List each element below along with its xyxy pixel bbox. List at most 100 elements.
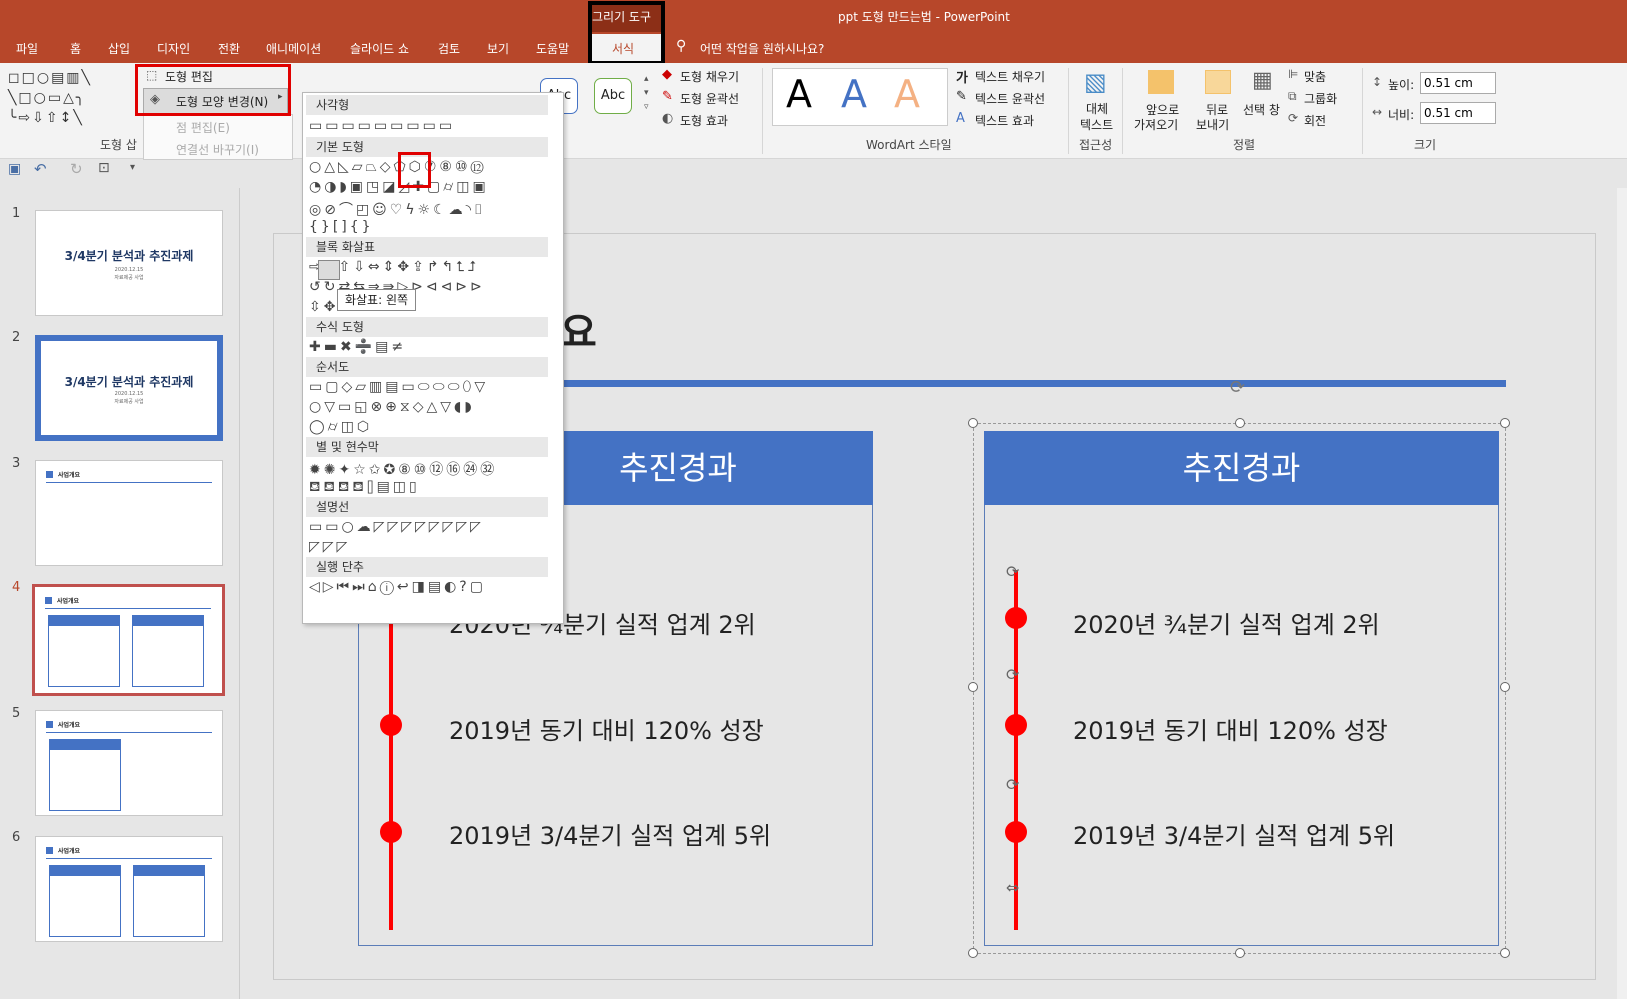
slide-number: 2 [12, 330, 21, 345]
change-shape-dropdown: 사각형 ▭▭▭▭▭▭▭▭▭ 기본 도형 ○△◺▱⏢◇⬠⬡⑦⑧⑩⑫ ◔◑◗▣◳◪◿… [302, 92, 564, 624]
rotate-handle-icon[interactable]: ⟳ [1006, 665, 1019, 684]
effects-icon: ◐ [662, 111, 674, 126]
shape-tooltip: 화살표: 왼쪽 [337, 289, 416, 311]
align-button[interactable]: 맞춤 [1304, 68, 1326, 85]
edit-points-item[interactable]: 점 편집(E) [176, 119, 230, 136]
left-timeline-dot[interactable] [380, 821, 402, 843]
rotate-handle-icon[interactable]: ⟳ [1006, 562, 1019, 581]
right-timeline-dot[interactable] [1005, 714, 1027, 736]
resize-handle[interactable] [968, 948, 978, 958]
tell-me-search[interactable]: 어떤 작업을 원하시나요? [700, 40, 824, 57]
selection-pane-button[interactable]: 선택 창 [1243, 101, 1280, 118]
flowchart-row-1[interactable]: ▭▢◇▱▥▤▭⬭⬭⬭⬯▽ [309, 379, 488, 395]
rotate-button[interactable]: 회전 [1304, 112, 1326, 129]
basic-shapes-row-4[interactable]: {}[]{} [309, 219, 374, 235]
callouts-row-2[interactable]: ◸◸◸ [309, 539, 350, 555]
tab-review[interactable]: 검토 [438, 40, 460, 57]
stars-row-2[interactable]: ⛾⛾⛾⛾⌷▤◫▯ [309, 479, 420, 497]
resize-handle[interactable] [1235, 418, 1245, 428]
slide-thumbnail-6[interactable]: 사업개요 [35, 836, 223, 942]
wordart-style-black[interactable]: A [786, 72, 812, 116]
customize-qat-icon[interactable]: ▾ [130, 162, 135, 173]
text-outline-button[interactable]: 텍스트 윤곽선 [975, 90, 1045, 107]
resize-handle[interactable] [1235, 948, 1245, 958]
text-fill-button[interactable]: 텍스트 채우기 [975, 68, 1045, 85]
shape-outline-button[interactable]: 도형 윤곽선 [680, 90, 739, 107]
present-icon[interactable]: ⊡ [98, 160, 110, 176]
alt-text-label-2[interactable]: 텍스트 [1080, 116, 1113, 133]
tab-slideshow[interactable]: 슬라이드 쇼 [350, 40, 409, 57]
tab-home[interactable]: 홈 [70, 40, 81, 57]
right-item-3[interactable]: 2019년 3/4분기 실적 업계 5위 [1073, 816, 1395, 851]
rectangle-shapes-row[interactable]: ▭▭▭▭▭▭▭▭▭ [309, 118, 455, 134]
slide-thumbnail-2[interactable]: 3/4분기 분석과 추진과제 2020.12.15 자료제공 사업 [35, 335, 223, 441]
resize-handle[interactable] [1500, 418, 1510, 428]
right-item-2[interactable]: 2019년 동기 대비 120% 성장 [1073, 711, 1388, 746]
right-card-title: 추진경과 [1182, 449, 1301, 487]
action-buttons-row[interactable]: ◁▷⏮⏭⌂ⓘ↩◨▤◐?▢ [309, 579, 486, 595]
resize-handle[interactable] [1500, 948, 1510, 958]
slide-title-partial[interactable]: 요 [560, 300, 597, 358]
rotate-handle-icon[interactable]: ⟳ [1006, 775, 1019, 794]
resize-handle[interactable] [1500, 682, 1510, 692]
left-timeline-dot[interactable] [380, 714, 402, 736]
undo-icon[interactable]: ↶ [34, 160, 47, 178]
tab-design[interactable]: 디자인 [157, 40, 190, 57]
shape-effects-button[interactable]: 도형 효과 [680, 112, 728, 129]
right-timeline-dot[interactable] [1005, 821, 1027, 843]
width-input[interactable] [1420, 102, 1496, 124]
equation-shapes-row[interactable]: ✚▬✖➗▤≠ [309, 339, 406, 355]
hovered-left-arrow-shape[interactable] [318, 260, 340, 280]
right-card[interactable] [984, 431, 1499, 946]
stars-row-1[interactable]: ✹✺✦☆✩✪⑧⑩⑫⑯㉔㉜ [309, 459, 497, 479]
callouts-row-1[interactable]: ▭▭○☁◸◸◸◸◸◸◸◸ [309, 519, 484, 535]
tab-help[interactable]: 도움말 [536, 40, 569, 57]
slide-thumbnail-3[interactable]: 사업개요 [35, 460, 223, 566]
tab-insert[interactable]: 삽입 [108, 40, 130, 57]
left-item-3[interactable]: 2019년 3/4분기 실적 업계 5위 [449, 816, 771, 851]
wordart-style-orange[interactable]: A [894, 72, 920, 116]
tab-transitions[interactable]: 전환 [218, 40, 240, 57]
group-button[interactable]: 그룹화 [1304, 90, 1337, 107]
shape-gallery-mini[interactable]: ◻□○▤▥╲ ╲□○▭△╮ ╰⇨⇩⇧↕╲ [8, 68, 136, 128]
thumb-title: 3/4분기 분석과 추진과제 [64, 249, 194, 263]
send-backward-label-2[interactable]: 보내기 [1196, 116, 1229, 133]
move-handle-icon[interactable]: ⇔ [1006, 878, 1019, 897]
height-input[interactable] [1420, 72, 1496, 94]
height-icon: ↕ [1372, 75, 1383, 89]
resize-handle[interactable] [968, 682, 978, 692]
slide-thumbnail-1[interactable]: 3/4분기 분석과 추진과제 2020.12.15 자료제공 사업 [35, 210, 223, 316]
rotate-handle-icon[interactable]: ⟳ [1230, 377, 1245, 398]
alt-text-label-1[interactable]: 대체 [1086, 100, 1108, 117]
separator [1122, 68, 1123, 154]
wordart-style-blue[interactable]: A [841, 72, 867, 116]
vertical-scrollbar[interactable] [1617, 188, 1627, 999]
redo-icon[interactable]: ↻ [70, 160, 83, 178]
right-card-header[interactable]: 추진경과 [984, 431, 1499, 505]
left-timeline-line[interactable] [389, 620, 393, 930]
tab-file[interactable]: 파일 [16, 40, 38, 57]
slide-thumbnail-5[interactable]: 사업개요 [35, 710, 223, 816]
gallery-scroll-icon[interactable]: ▴ ▾ ▿ [644, 72, 649, 114]
flowchart-row-3[interactable]: ◯⌭◫⬡ [309, 419, 372, 435]
left-item-2[interactable]: 2019년 동기 대비 120% 성장 [449, 711, 764, 746]
right-item-1[interactable]: 2020년 ¾분기 실적 업계 2위 [1073, 605, 1380, 640]
block-arrows-row-3[interactable]: ⇳✥ [309, 299, 338, 315]
text-effects-button[interactable]: 텍스트 효과 [975, 112, 1034, 129]
slide-thumbnail-4-selected[interactable]: 사업개요 [32, 584, 225, 696]
resize-handle[interactable] [968, 418, 978, 428]
flowchart-row-2[interactable]: ○▽▭◱⊗⊕⧖◇△▽◖◗ [309, 399, 475, 415]
basic-shapes-row-3[interactable]: ◎⊘⌒◰☺♡ϟ☼☾☁◝⌷ [309, 199, 485, 219]
text-outline-icon: ✎ [956, 89, 967, 104]
reroute-connectors-item[interactable]: 연결선 바꾸기(I) [176, 141, 259, 158]
tab-view[interactable]: 보기 [487, 40, 509, 57]
right-timeline-dot[interactable] [1005, 607, 1027, 629]
shape-fill-button[interactable]: 도형 채우기 [680, 68, 739, 85]
wordart-group-label: WordArt 스타일 [866, 138, 952, 152]
bring-forward-label-2[interactable]: 가져오기 [1134, 116, 1178, 133]
save-icon[interactable]: ▣ [8, 161, 21, 177]
thumb-sub: 자료제공 사업 [114, 399, 144, 405]
slide-number: 5 [12, 706, 21, 721]
tab-animations[interactable]: 애니메이션 [266, 40, 321, 57]
shape-style-green[interactable]: Abc [594, 78, 632, 114]
